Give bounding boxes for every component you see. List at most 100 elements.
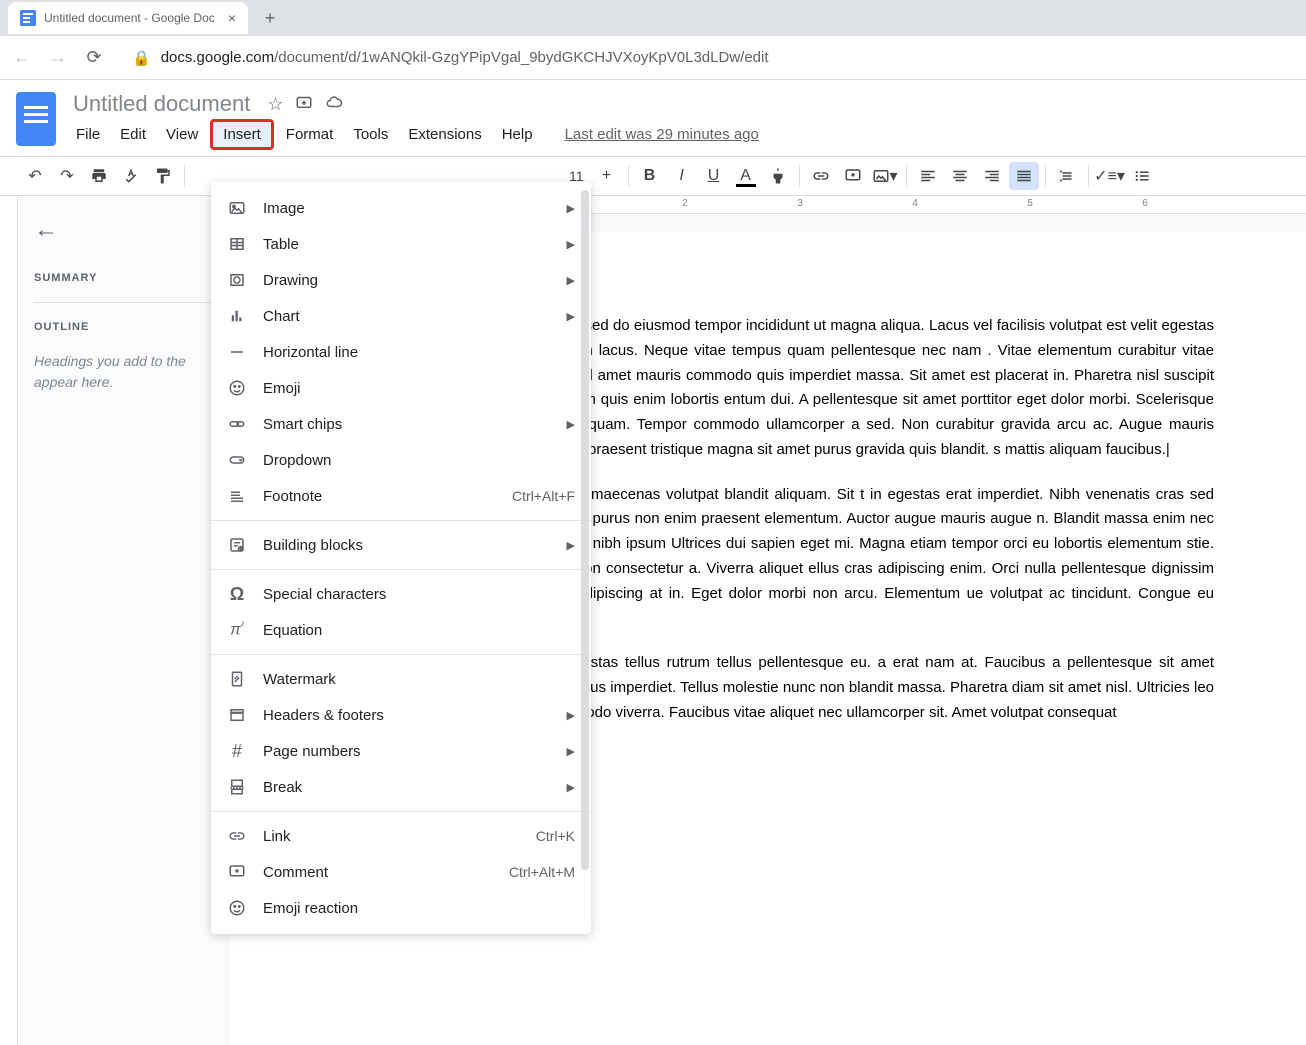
menu-help[interactable]: Help <box>494 124 541 145</box>
toolbar: ↶ ↷ 11 + B I U A ▾ ✓≡▾ <box>0 156 1306 196</box>
move-icon[interactable] <box>295 93 313 116</box>
bulleted-list-button[interactable] <box>1127 162 1157 190</box>
hr-icon <box>227 342 247 362</box>
insert-dropdown[interactable]: Dropdown <box>211 442 591 478</box>
insert-watermark[interactable]: Watermark <box>211 661 591 697</box>
print-button[interactable] <box>84 162 114 190</box>
cloud-icon[interactable] <box>325 93 343 116</box>
headers-icon <box>227 705 247 725</box>
menu-view[interactable]: View <box>158 124 206 145</box>
dropdown-scrollbar[interactable] <box>581 190 589 870</box>
insert-break[interactable]: Break▶ <box>211 769 591 805</box>
break-icon <box>227 777 247 797</box>
insert-link[interactable]: LinkCtrl+K <box>211 818 591 854</box>
redo-button[interactable]: ↷ <box>52 162 82 190</box>
docs-logo-icon[interactable] <box>16 92 56 146</box>
submenu-arrow-icon: ▶ <box>567 539 575 552</box>
insert-image-button[interactable]: ▾ <box>870 162 900 190</box>
line-spacing-button[interactable] <box>1052 162 1082 190</box>
insert-page-numbers[interactable]: #Page numbers▶ <box>211 733 591 769</box>
text-cursor <box>1166 441 1170 458</box>
summary-heading: SUMMARY <box>34 272 214 284</box>
menu-bar: FileEditViewInsertFormatToolsExtensionsH… <box>68 124 1290 145</box>
paint-format-button[interactable] <box>148 162 178 190</box>
menu-file[interactable]: File <box>68 124 108 145</box>
star-icon[interactable]: ☆ <box>267 94 283 115</box>
emoji-icon <box>227 378 247 398</box>
back-button[interactable]: ← <box>12 48 32 68</box>
outline-sidebar: ← SUMMARY OUTLINE Headings you add to th… <box>18 196 230 1045</box>
submenu-arrow-icon: ▶ <box>567 238 575 251</box>
insert-emoji[interactable]: Emoji <box>211 370 591 406</box>
italic-button[interactable]: I <box>667 162 697 190</box>
submenu-arrow-icon: ▶ <box>567 274 575 287</box>
highlight-button[interactable] <box>763 162 793 190</box>
docs-favicon <box>20 10 36 26</box>
pagenum-icon: # <box>227 741 247 761</box>
table-icon <box>227 234 247 254</box>
submenu-arrow-icon: ▶ <box>567 310 575 323</box>
submenu-arrow-icon: ▶ <box>567 709 575 722</box>
new-tab-button[interactable]: + <box>256 4 284 32</box>
menu-edit[interactable]: Edit <box>112 124 154 145</box>
insert-table[interactable]: Table▶ <box>211 226 591 262</box>
align-left-button[interactable] <box>913 162 943 190</box>
insert-chart[interactable]: Chart▶ <box>211 298 591 334</box>
insert-horizontal-line[interactable]: Horizontal line <box>211 334 591 370</box>
undo-button[interactable]: ↶ <box>20 162 50 190</box>
tab-bar: Untitled document - Google Doc × + <box>0 0 1306 36</box>
footnote-icon <box>227 486 247 506</box>
emojireact-icon <box>227 898 247 918</box>
insert-smart-chips[interactable]: Smart chips▶ <box>211 406 591 442</box>
insert-comment-button[interactable] <box>838 162 868 190</box>
url-bar[interactable]: 🔒 docs.google.com/document/d/1wANQkil-Gz… <box>120 49 1294 67</box>
document-title[interactable]: Untitled document <box>68 88 255 120</box>
dropdown-icon <box>227 450 247 470</box>
browser-chrome: Untitled document - Google Doc × + ← → ⟳… <box>0 0 1306 80</box>
chips-icon <box>227 414 247 434</box>
increase-font-button[interactable]: + <box>592 162 622 190</box>
text-color-button[interactable]: A <box>731 162 761 190</box>
submenu-arrow-icon: ▶ <box>567 745 575 758</box>
outline-hint: Headings you add to the appear here. <box>34 351 214 393</box>
address-bar: ← → ⟳ 🔒 docs.google.com/document/d/1wANQ… <box>0 36 1306 80</box>
lock-icon: 🔒 <box>132 49 151 67</box>
align-justify-button[interactable] <box>1009 162 1039 190</box>
collapse-sidebar-icon[interactable]: ← <box>34 216 214 244</box>
underline-button[interactable]: U <box>699 162 729 190</box>
menu-extensions[interactable]: Extensions <box>400 124 489 145</box>
last-edit-link[interactable]: Last edit was 29 minutes ago <box>565 126 759 143</box>
forward-button[interactable]: → <box>48 48 68 68</box>
insert-link-button[interactable] <box>806 162 836 190</box>
insert-drawing[interactable]: Drawing▶ <box>211 262 591 298</box>
blocks-icon <box>227 535 247 555</box>
submenu-arrow-icon: ▶ <box>567 418 575 431</box>
spellcheck-button[interactable] <box>116 162 146 190</box>
insert-image[interactable]: Image▶ <box>211 190 591 226</box>
reload-button[interactable]: ⟳ <box>84 48 104 68</box>
insert-headers-footers[interactable]: Headers & footers▶ <box>211 697 591 733</box>
special-icon: Ω <box>227 584 247 604</box>
menu-insert[interactable]: Insert <box>210 119 274 150</box>
insert-equation[interactable]: π²Equation <box>211 612 591 648</box>
checklist-button[interactable]: ✓≡▾ <box>1095 162 1125 190</box>
insert-footnote[interactable]: FootnoteCtrl+Alt+F <box>211 478 591 514</box>
insert-emoji-reaction[interactable]: Emoji reaction <box>211 890 591 926</box>
drawing-icon <box>227 270 247 290</box>
image-icon <box>227 198 247 218</box>
align-center-button[interactable] <box>945 162 975 190</box>
menu-tools[interactable]: Tools <box>345 124 396 145</box>
menu-format[interactable]: Format <box>278 124 342 145</box>
insert-building-blocks[interactable]: Building blocks▶ <box>211 527 591 563</box>
align-right-button[interactable] <box>977 162 1007 190</box>
submenu-arrow-icon: ▶ <box>567 202 575 215</box>
insert-special-characters[interactable]: ΩSpecial characters <box>211 576 591 612</box>
chart-icon <box>227 306 247 326</box>
close-tab-icon[interactable]: × <box>228 10 236 26</box>
tab-title: Untitled document - Google Doc <box>44 11 220 25</box>
watermark-icon <box>227 669 247 689</box>
insert-comment[interactable]: CommentCtrl+Alt+M <box>211 854 591 890</box>
browser-tab[interactable]: Untitled document - Google Doc × <box>8 2 248 34</box>
bold-button[interactable]: B <box>635 162 665 190</box>
link-icon <box>227 826 247 846</box>
